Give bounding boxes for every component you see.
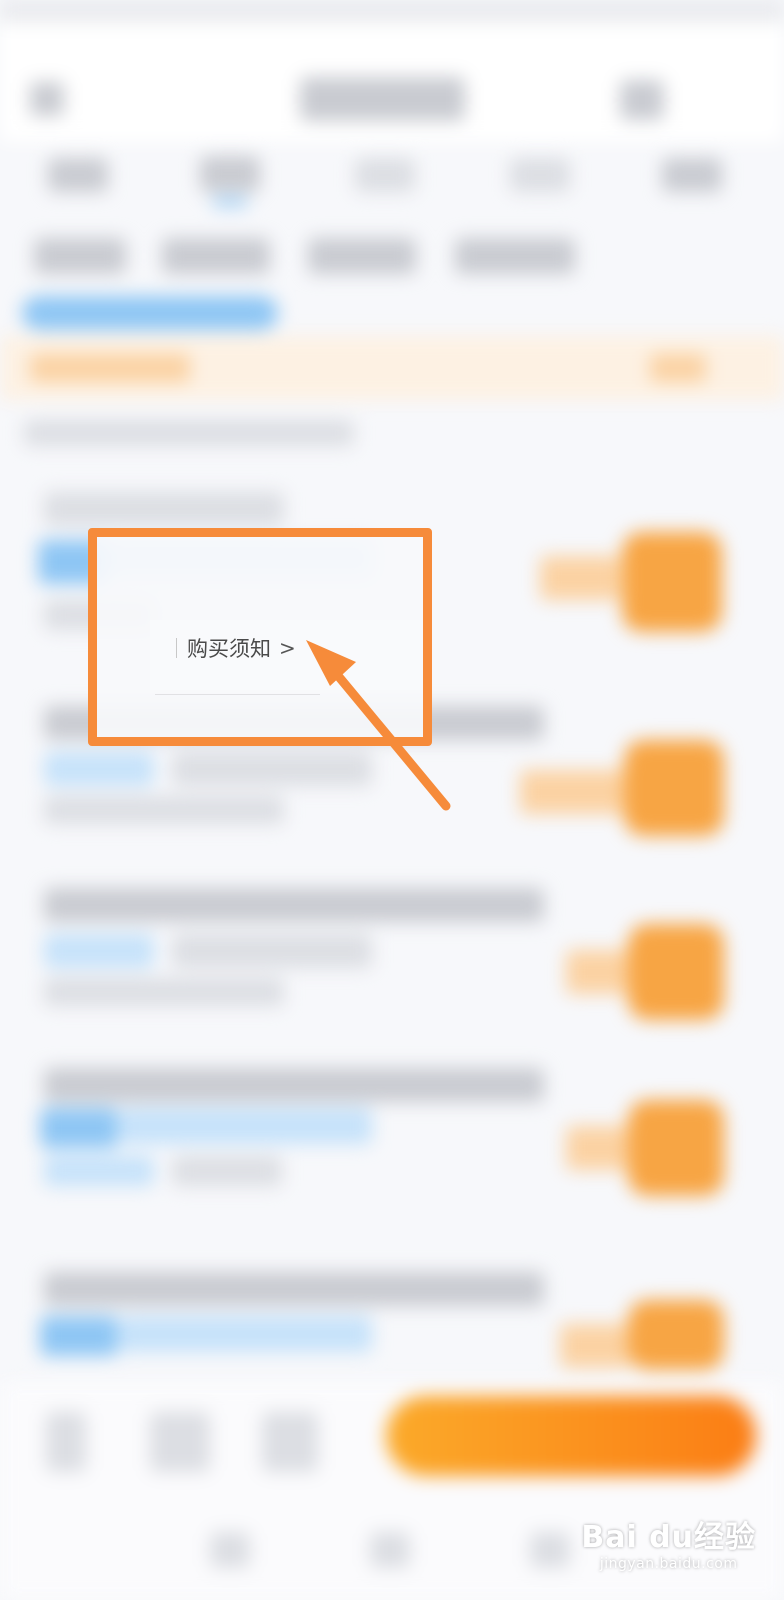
arrow-up-left-icon xyxy=(306,640,451,811)
watermark-url: jingyan.baidu.com xyxy=(599,1556,738,1572)
watermark-logo: Bai du经验 xyxy=(581,1520,756,1555)
watermark: Bai du经验 jingyan.baidu.com xyxy=(581,1512,756,1572)
